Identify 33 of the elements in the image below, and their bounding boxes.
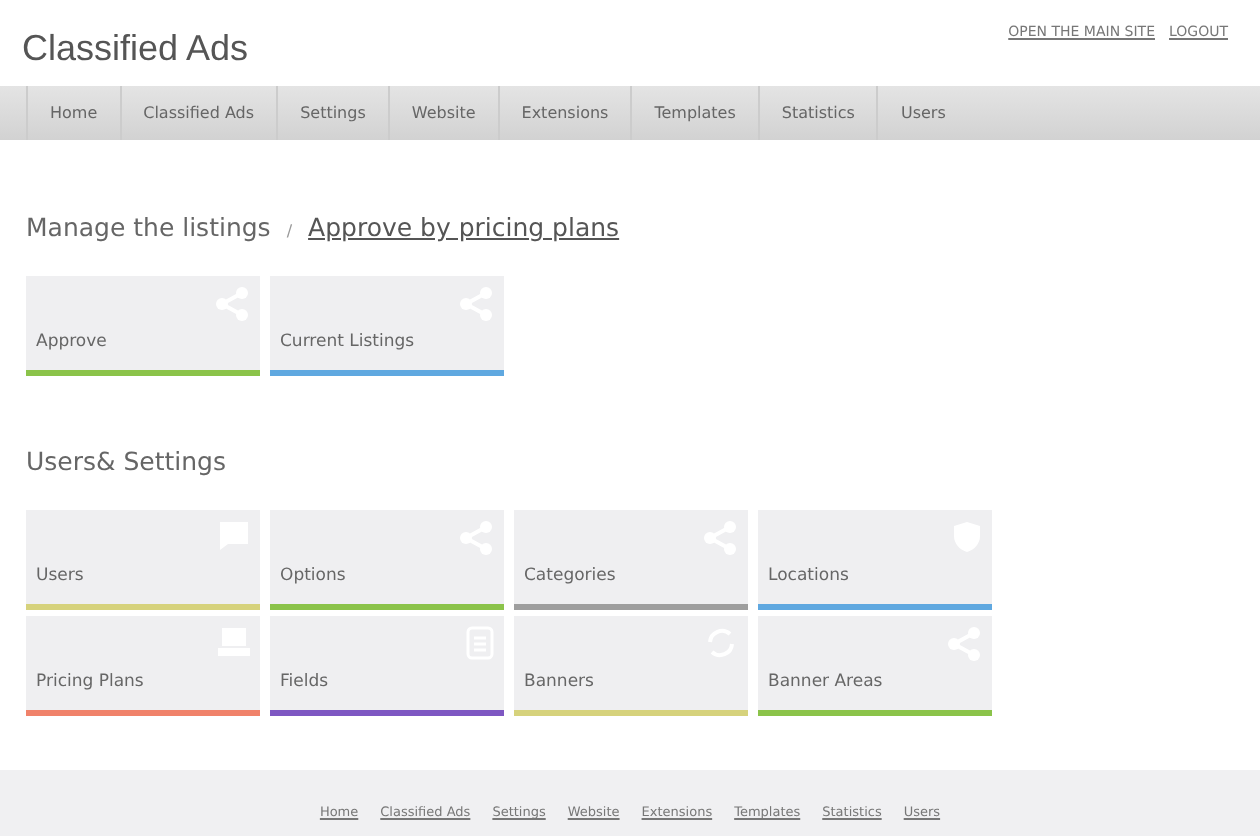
tile-label: Users (36, 563, 84, 589)
nav-item[interactable]: Templates (630, 86, 758, 140)
tile[interactable]: Users (26, 509, 260, 609)
section-heading: Manage the listings (26, 210, 271, 246)
tile-label: Current Listings (280, 330, 415, 356)
nav-item[interactable]: Statistics (757, 86, 877, 140)
tile[interactable]: Current Listings (270, 275, 504, 376)
tile-label: Fields (280, 669, 329, 695)
site-title: Classified Ads (22, 26, 249, 72)
tile-label: Categories (524, 563, 616, 589)
tile-label: Banners (524, 669, 594, 695)
tile-label: Locations (768, 563, 849, 589)
breadcrumb-separator: / (286, 220, 293, 244)
tile[interactable]: Pricing Plans (26, 615, 260, 715)
tile[interactable]: Categories (514, 509, 748, 609)
breadcrumb-link[interactable]: Approve by pricing plans (308, 210, 620, 248)
nav-item[interactable]: Settings (276, 86, 388, 140)
tile-label: Pricing Plans (36, 669, 144, 695)
tile[interactable]: Approve (26, 275, 260, 376)
nav-item[interactable]: Website (387, 86, 498, 140)
tile[interactable]: Fields (270, 615, 504, 715)
nav-item[interactable]: Classified Ads (119, 86, 277, 140)
tile-label: Approve (36, 330, 107, 356)
tile-label: Banner Areas (768, 669, 883, 695)
section-heading: Users& Settings (26, 443, 228, 480)
nav-item[interactable]: Home (26, 86, 120, 140)
tile[interactable]: Banners (514, 615, 748, 715)
tile[interactable]: Locations (758, 509, 992, 609)
tile[interactable]: Banner Areas (758, 615, 992, 715)
tile[interactable]: Options (270, 509, 504, 609)
nav-item[interactable]: Users (876, 86, 968, 140)
tile-label: Options (280, 563, 346, 589)
nav-item[interactable]: Extensions (497, 86, 631, 140)
